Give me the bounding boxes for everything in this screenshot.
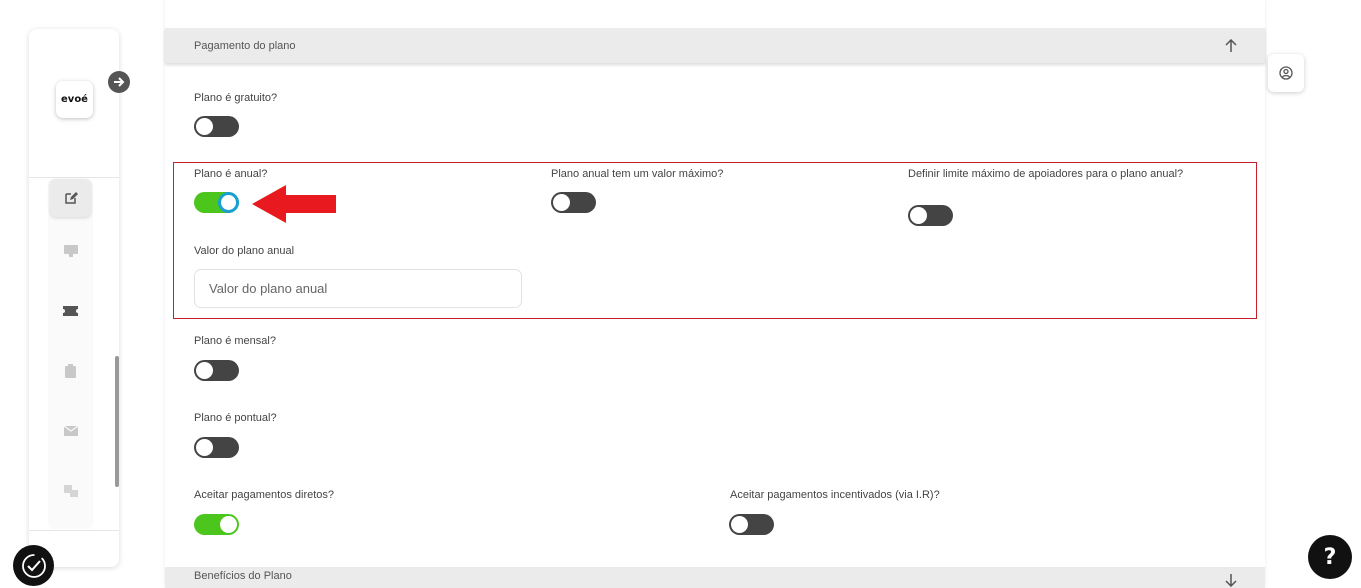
sidebar-item-clipboard[interactable] <box>50 352 91 390</box>
sidebar-scrollbar[interactable] <box>115 356 119 487</box>
anual-toggle[interactable] <box>194 192 239 213</box>
help-button[interactable]: ? <box>1308 535 1352 579</box>
monitor-icon <box>63 245 78 257</box>
edit-icon <box>64 192 78 204</box>
section-title: Benefícios do Plano <box>194 569 292 582</box>
toggle-knob <box>553 194 570 211</box>
sidebar-item-edit[interactable] <box>50 179 91 217</box>
toggle-knob <box>220 516 237 533</box>
limite-apoiadores-label: Definir limite máximo de apoiadores para… <box>908 168 1184 180</box>
valor-anual-label: Valor do plano anual <box>194 245 295 257</box>
mensal-toggle[interactable] <box>194 360 239 381</box>
sidebar-expand-button[interactable] <box>108 71 130 93</box>
anual-label: Plano é anual? <box>194 168 268 180</box>
logo: evoé <box>56 81 93 118</box>
gratuito-label: Plano é gratuito? <box>194 92 278 104</box>
section-title: Pagamento do plano <box>194 39 296 52</box>
accessibility-button[interactable] <box>13 545 54 586</box>
pontual-label: Plano é pontual? <box>194 412 277 424</box>
pagamentos-incentivados-label: Aceitar pagamentos incentivados (via I.R… <box>730 489 940 501</box>
arrow-up-icon[interactable] <box>1225 39 1237 52</box>
section-header-beneficios[interactable]: Benefícios do Plano <box>165 567 1265 588</box>
annotation-arrow <box>252 185 336 223</box>
profile-button[interactable] <box>1268 54 1304 92</box>
arrow-right-icon <box>114 77 125 87</box>
arrow-down-icon[interactable] <box>1225 574 1237 587</box>
limite-apoiadores-toggle[interactable] <box>908 205 953 226</box>
mensal-label: Plano é mensal? <box>194 335 276 347</box>
anual-max-valor-label: Plano anual tem um valor máximo? <box>551 168 724 180</box>
pagamentos-incentivados-toggle[interactable] <box>729 514 774 535</box>
sidebar-item-users[interactable] <box>50 472 91 510</box>
ticket-icon <box>63 306 78 316</box>
anual-max-valor-toggle[interactable] <box>551 192 596 213</box>
pagamentos-diretos-toggle[interactable] <box>194 514 239 535</box>
accessibility-icon <box>21 553 46 578</box>
pagamentos-diretos-label: Aceitar pagamentos diretos? <box>194 489 335 501</box>
toggle-knob <box>910 207 927 224</box>
gratuito-toggle[interactable] <box>194 116 239 137</box>
toggle-knob <box>196 362 213 379</box>
users-icon <box>63 485 78 497</box>
sidebar-nav <box>48 179 93 529</box>
valor-anual-input[interactable] <box>194 269 522 308</box>
sidebar-divider <box>29 530 119 531</box>
sidebar-divider <box>29 177 119 178</box>
toggle-knob <box>196 118 213 135</box>
toggle-knob <box>218 192 239 213</box>
pontual-toggle[interactable] <box>194 437 239 458</box>
logo-text: evoé <box>61 94 88 105</box>
sidebar-item-monitor[interactable] <box>50 232 91 270</box>
help-button-label: ? <box>1323 544 1337 570</box>
mail-icon <box>63 426 78 436</box>
sidebar-item-mail[interactable] <box>50 412 91 450</box>
toggle-knob <box>731 516 748 533</box>
user-circle-icon <box>1279 66 1293 80</box>
sidebar-item-ticket[interactable] <box>50 292 91 330</box>
clipboard-icon <box>65 364 76 378</box>
section-header-pagamento[interactable]: Pagamento do plano <box>165 28 1265 63</box>
toggle-knob <box>196 439 213 456</box>
